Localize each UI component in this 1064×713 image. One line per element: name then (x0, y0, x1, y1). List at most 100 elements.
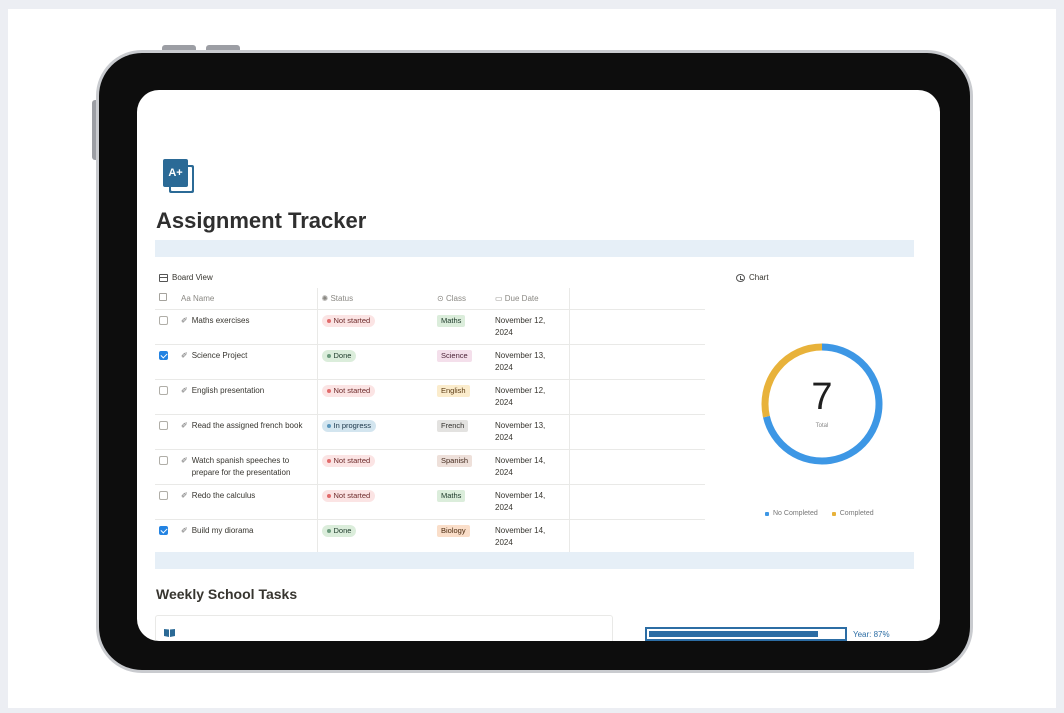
row-spacer (568, 344, 705, 380)
row-spacer (568, 519, 705, 555)
pin-icon: ✐ (181, 350, 188, 360)
row-checkbox[interactable] (159, 350, 168, 360)
legend-swatch (831, 511, 836, 516)
row-class-cell[interactable]: Biology (433, 519, 491, 555)
status-badge: Not started (321, 454, 376, 467)
due-date-line: November 12, (495, 315, 546, 325)
chart-legend: No Completed Completed (765, 510, 874, 517)
status-badge: Done (321, 524, 357, 537)
row-name: Watch spanish speeches to prepare for th… (191, 455, 291, 477)
row-checkbox[interactable] (159, 490, 168, 500)
row-name-cell[interactable]: ✐ English presentation (177, 379, 317, 415)
row-due-date-cell[interactable]: November 14, 2024 (491, 449, 569, 485)
row-spacer (568, 379, 705, 415)
due-date-line: November 14, (495, 455, 546, 465)
donut-total-label: Total (815, 423, 829, 429)
status-badge-label: In progress (333, 420, 372, 430)
class-tag: Maths (437, 489, 466, 502)
table-row[interactable]: ✐ Build my diorama Done Biology November 14,… (155, 519, 705, 555)
legend-item-completed: Completed (831, 510, 874, 517)
row-name-cell[interactable]: ✐ Maths exercises (177, 309, 317, 345)
tab-chart-view-label: Chart (749, 273, 769, 282)
due-date-year: 2024 (495, 502, 513, 512)
row-checkbox[interactable] (159, 455, 168, 465)
row-name: Build my diorama (191, 525, 254, 535)
header-name[interactable]: Aa Name (177, 288, 317, 310)
row-name-cell[interactable]: ✐ Build my diorama (177, 519, 317, 555)
page-title: Assignment Tracker (156, 208, 367, 233)
row-status-cell[interactable]: Not started (316, 449, 433, 485)
legend-swatch (765, 511, 769, 516)
row-status-cell[interactable]: Not started (316, 309, 433, 345)
row-checkbox[interactable] (159, 385, 168, 395)
row-status-cell[interactable]: Not started (316, 379, 433, 415)
status-dot (326, 458, 331, 463)
table-row[interactable]: ✐ Science Project Done Science November 13, 2… (155, 344, 705, 380)
row-name-cell[interactable]: ✐ Science Project (177, 344, 317, 380)
header-due-date[interactable]: ▭ Due Date (491, 288, 569, 310)
row-due-date-cell[interactable]: November 13, 2024 (491, 414, 569, 450)
row-checkbox[interactable] (159, 420, 168, 430)
chart-icon (736, 273, 745, 282)
row-checkbox[interactable] (159, 315, 168, 325)
class-tag: French (437, 419, 469, 432)
row-due-date-cell[interactable]: November 13, 2024 (491, 344, 569, 380)
row-name-cell[interactable]: ✐ Read the assigned french book (177, 414, 317, 450)
status-badge: Not started (321, 489, 376, 502)
row-name: Redo the calculus (191, 490, 256, 500)
row-status-cell[interactable]: Done (316, 519, 433, 555)
due-date-line: November 14, (495, 490, 546, 500)
table-row[interactable]: ✐ Watch spanish speeches to prepare for t… (155, 449, 705, 485)
pin-icon: ✐ (181, 490, 188, 500)
table-row[interactable]: ✐ Redo the calculus Not started Maths Novemb… (155, 484, 705, 520)
status-badge: In progress (321, 419, 377, 432)
row-due-date-cell[interactable]: November 14, 2024 (491, 519, 569, 555)
row-status-cell[interactable]: Done (316, 344, 433, 380)
tablet-frame: A+ Assignment Tracker Board View Chart A… (96, 50, 973, 673)
row-checkbox-cell (155, 344, 177, 380)
due-date-year: 2024 (495, 362, 513, 372)
due-date-year: 2024 (495, 397, 513, 407)
header-checkbox-column[interactable] (155, 288, 177, 310)
table-row[interactable]: ✐ Read the assigned french book In progres… (155, 414, 705, 450)
row-checkbox-cell (155, 519, 177, 555)
row-status-cell[interactable]: In progress (316, 414, 433, 450)
legend-label: Completed (839, 510, 874, 517)
year-progress-label: Year: 87% (853, 630, 890, 639)
year-progress-bar (645, 627, 847, 641)
tab-chart-view[interactable]: Chart (736, 273, 769, 282)
table-row[interactable]: ✐ Maths exercises Not started Maths November… (155, 309, 705, 345)
table-row[interactable]: ✐ English presentation Not started English N… (155, 379, 705, 415)
class-tag: English (437, 384, 470, 397)
due-date-line: November 13, (495, 350, 546, 360)
status-badge: Not started (321, 314, 376, 327)
row-name: Science Project (191, 350, 248, 360)
tablet-screen: A+ Assignment Tracker Board View Chart A… (137, 90, 940, 641)
row-name: Read the assigned french book (191, 420, 303, 430)
row-status-cell[interactable]: Not started (316, 484, 433, 520)
row-due-date-cell[interactable]: November 12, 2024 (491, 379, 569, 415)
row-class-cell[interactable]: Maths (433, 484, 491, 520)
status-badge-label: Not started (333, 385, 371, 395)
row-class-cell[interactable]: French (433, 414, 491, 450)
row-class-cell[interactable]: Maths (433, 309, 491, 345)
row-name-cell[interactable]: ✐ Redo the calculus (177, 484, 317, 520)
row-name-cell[interactable]: ✐ Watch spanish speeches to prepare for t… (177, 449, 317, 485)
header-class[interactable]: ⊙ Class (433, 288, 491, 310)
row-checkbox-cell (155, 414, 177, 450)
status-dot (326, 528, 331, 533)
row-class-cell[interactable]: Spanish (433, 449, 491, 485)
header-status-label: Status (330, 293, 354, 303)
legend-item-not-completed: No Completed (765, 510, 818, 517)
header-status[interactable]: ✺ Status (316, 288, 433, 310)
row-due-date-cell[interactable]: November 14, 2024 (491, 484, 569, 520)
tab-board-view[interactable]: Board View (159, 273, 213, 282)
due-date-year: 2024 (495, 327, 513, 337)
status-dot (326, 493, 331, 498)
row-class-cell[interactable]: Science (433, 344, 491, 380)
row-due-date-cell[interactable]: November 12, 2024 (491, 309, 569, 345)
row-checkbox[interactable] (159, 525, 168, 535)
status-badge-label: Not started (333, 455, 371, 465)
row-class-cell[interactable]: English (433, 379, 491, 415)
weekly-tasks-card[interactable] (155, 615, 613, 641)
